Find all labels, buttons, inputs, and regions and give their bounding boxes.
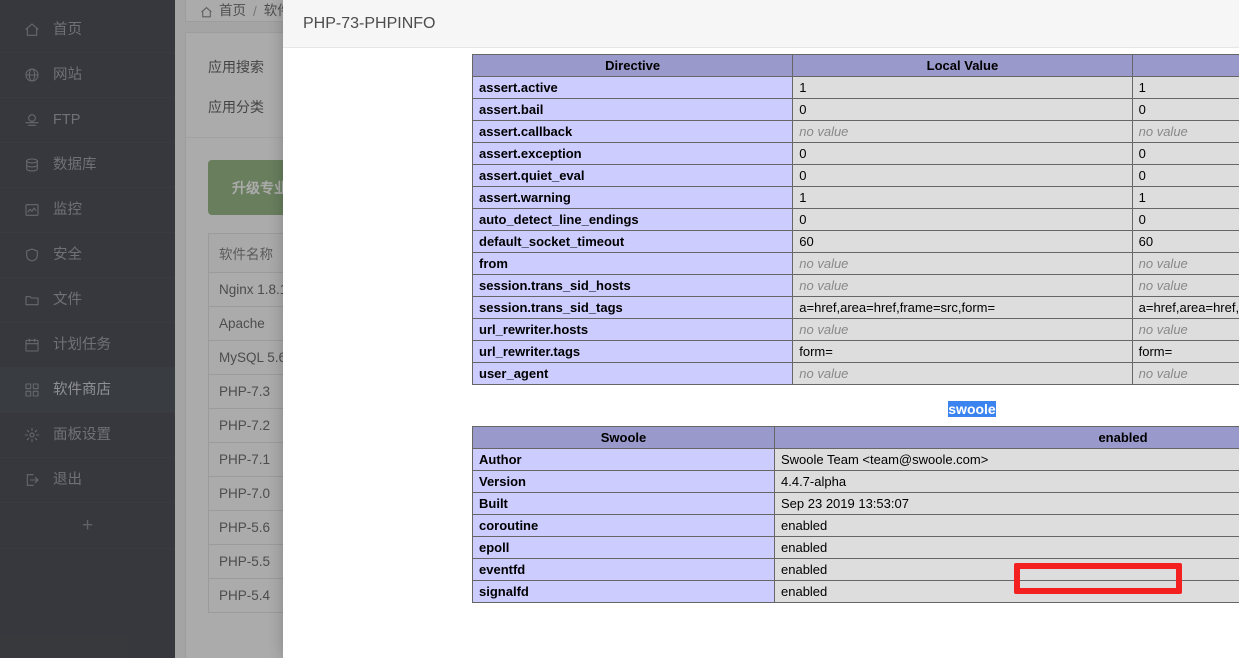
master-value-cell: 0 <box>1131 164 1239 187</box>
master-value-cell: 60 <box>1131 230 1239 253</box>
directive-name-cell: assert.active <box>471 76 794 99</box>
swoole-row: coroutine enabled <box>472 514 1239 537</box>
swoole-value-cell: enabled <box>774 580 1239 603</box>
directive-name-cell: assert.exception <box>471 142 794 165</box>
directive-row: assert.exception 0 0 <box>471 142 1239 165</box>
master-value-cell: 0 <box>1131 98 1239 121</box>
local-value-cell: no value <box>792 274 1133 297</box>
swoole-row: eventfd enabled <box>472 558 1239 581</box>
local-value-cell: 0 <box>792 142 1133 165</box>
master-value-cell: no value <box>1131 362 1239 385</box>
swoole-value-cell: enabled <box>774 514 1239 537</box>
header-master-value: Master Value <box>1131 54 1239 77</box>
swoole-table-header-row: Swoole enabled <box>472 426 1239 449</box>
swoole-row: Author Swoole Team <team@swoole.com> <box>472 448 1239 471</box>
swoole-value-cell: Sep 23 2019 13:53:07 <box>774 492 1239 515</box>
swoole-key-cell: signalfd <box>472 580 775 603</box>
directive-name-cell: url_rewriter.hosts <box>471 318 794 341</box>
core-directives-table: Directive Local Value Master Value asser… <box>471 54 1239 385</box>
directive-row: from no value no value <box>471 252 1239 275</box>
directive-row: auto_detect_line_endings 0 0 <box>471 208 1239 231</box>
directive-row: assert.quiet_eval 0 0 <box>471 164 1239 187</box>
local-value-cell: a=href,area=href,frame=src,form= <box>792 296 1133 319</box>
master-value-cell: 1 <box>1131 186 1239 209</box>
swoole-row: Version 4.4.7-alpha <box>472 470 1239 493</box>
directive-row: assert.bail 0 0 <box>471 98 1239 121</box>
swoole-row: Built Sep 23 2019 13:53:07 <box>472 492 1239 515</box>
master-value-cell: no value <box>1131 318 1239 341</box>
modal-title: PHP-73-PHPINFO <box>303 14 436 32</box>
swoole-section-title: swoole <box>472 401 1239 417</box>
directive-name-cell: assert.callback <box>471 120 794 143</box>
swoole-table: Swoole enabled Author Swoole Team <team@s… <box>472 426 1239 603</box>
directive-name-cell: user_agent <box>471 362 794 385</box>
local-value-cell: 1 <box>792 186 1133 209</box>
local-value-cell: 60 <box>792 230 1133 253</box>
master-value-cell: no value <box>1131 252 1239 275</box>
directive-name-cell: from <box>471 252 794 275</box>
local-value-cell: form= <box>792 340 1133 363</box>
directive-row: assert.active 1 1 <box>471 76 1239 99</box>
local-value-cell: no value <box>792 252 1133 275</box>
modal-header: PHP-73-PHPINFO <box>283 0 1239 48</box>
swoole-row: epoll enabled <box>472 536 1239 559</box>
master-value-cell: a=href,area=href,frame=src,form= <box>1131 296 1239 319</box>
directive-name-cell: session.trans_sid_tags <box>471 296 794 319</box>
directive-name-cell: assert.bail <box>471 98 794 121</box>
swoole-key-cell: coroutine <box>472 514 775 537</box>
swoole-key-cell: Version <box>472 470 775 493</box>
directive-name-cell: assert.quiet_eval <box>471 164 794 187</box>
header-swoole: Swoole <box>472 426 775 449</box>
directive-row: session.trans_sid_tags a=href,area=href,f… <box>471 296 1239 319</box>
swoole-value-cell: Swoole Team <team@swoole.com> <box>774 448 1239 471</box>
local-value-cell: no value <box>792 362 1133 385</box>
selected-text-swoole[interactable]: swoole <box>948 401 996 417</box>
master-value-cell: 0 <box>1131 142 1239 165</box>
header-local-value: Local Value <box>792 54 1133 77</box>
local-value-cell: no value <box>792 318 1133 341</box>
swoole-key-cell: epoll <box>472 536 775 559</box>
local-value-cell: 0 <box>792 98 1133 121</box>
directive-name-cell: auto_detect_line_endings <box>471 208 794 231</box>
master-value-cell: 0 <box>1131 208 1239 231</box>
local-value-cell: 0 <box>792 164 1133 187</box>
directive-name-cell: url_rewriter.tags <box>471 340 794 363</box>
swoole-value-cell: 4.4.7-alpha <box>774 470 1239 493</box>
master-value-cell: 1 <box>1131 76 1239 99</box>
header-directive: Directive <box>471 54 794 77</box>
directive-row: user_agent no value no value <box>471 362 1239 385</box>
directive-row: default_socket_timeout 60 60 <box>471 230 1239 253</box>
directive-name-cell: session.trans_sid_hosts <box>471 274 794 297</box>
directive-row: url_rewriter.hosts no value no value <box>471 318 1239 341</box>
local-value-cell: 1 <box>792 76 1133 99</box>
directive-row: assert.callback no value no value <box>471 120 1239 143</box>
master-value-cell: no value <box>1131 120 1239 143</box>
screen: 首页网站FTP数据库监控安全文件计划任务软件商店面板设置退出 + 首页 / 软件… <box>0 0 1239 658</box>
swoole-value-cell: enabled <box>774 536 1239 559</box>
swoole-value-cell: enabled <box>774 558 1239 581</box>
directive-name-cell: assert.warning <box>471 186 794 209</box>
directive-row: assert.warning 1 1 <box>471 186 1239 209</box>
directive-row: session.trans_sid_hosts no value no value <box>471 274 1239 297</box>
local-value-cell: 0 <box>792 208 1133 231</box>
local-value-cell: no value <box>792 120 1133 143</box>
directive-row: url_rewriter.tags form= form= <box>471 340 1239 363</box>
master-value-cell: form= <box>1131 340 1239 363</box>
directive-name-cell: default_socket_timeout <box>471 230 794 253</box>
phpinfo-modal: PHP-73-PHPINFO Directive Local Value Mas… <box>283 0 1239 658</box>
core-table-header-row: Directive Local Value Master Value <box>471 54 1239 77</box>
header-swoole-status: enabled <box>774 426 1239 449</box>
swoole-key-cell: Author <box>472 448 775 471</box>
master-value-cell: no value <box>1131 274 1239 297</box>
swoole-key-cell: Built <box>472 492 775 515</box>
swoole-key-cell: eventfd <box>472 558 775 581</box>
phpinfo-content: Directive Local Value Master Value asser… <box>471 54 1239 603</box>
swoole-row: signalfd enabled <box>472 580 1239 603</box>
modal-body[interactable]: Directive Local Value Master Value asser… <box>283 48 1239 658</box>
